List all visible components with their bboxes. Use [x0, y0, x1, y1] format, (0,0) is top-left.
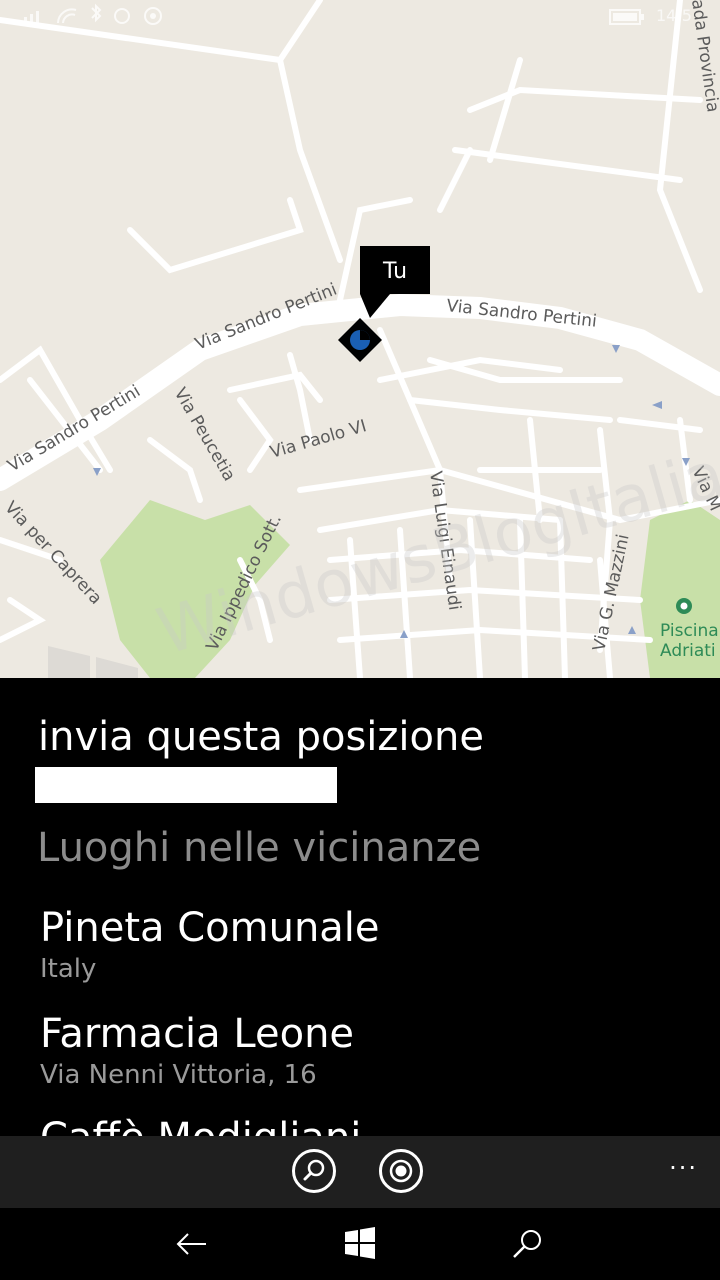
status-time: 14:5	[656, 6, 692, 25]
street-label: Via Peucetia	[170, 385, 239, 485]
search-button[interactable]	[292, 1149, 336, 1193]
place-address: Via Nenni Vittoria, 16	[40, 1060, 317, 1090]
bluetooth-icon	[91, 3, 102, 23]
nearby-place-item[interactable]: Pineta Comunale Italy	[40, 904, 380, 986]
street-label: Via Sandro Pertini	[4, 381, 144, 476]
windows-start-icon[interactable]	[340, 1224, 380, 1264]
wifi-icon	[57, 8, 77, 24]
status-bar: 14:5	[0, 0, 720, 34]
street-label: Via Sandro Pertini	[445, 296, 597, 332]
search-icon	[303, 1159, 325, 1181]
street-label: Via G. Mazzini	[589, 533, 633, 653]
my-location-button[interactable]	[379, 1149, 423, 1193]
poi-label: Adriati	[660, 641, 716, 661]
app-bar: ···	[0, 1136, 720, 1208]
poi-icon-dot	[680, 602, 688, 610]
my-location-icon	[389, 1159, 413, 1183]
back-icon[interactable]	[172, 1224, 212, 1264]
navigation-bar	[0, 1208, 720, 1280]
marker-label: Tu	[360, 246, 430, 294]
search-icon[interactable]	[508, 1224, 548, 1264]
status-icons	[18, 3, 644, 25]
more-options-button[interactable]: ···	[669, 1154, 698, 1182]
street-label: Via per Caprera	[0, 498, 105, 609]
nearby-places-header: Luoghi nelle vicinanze	[37, 825, 482, 871]
street-label: Via Paolo VI	[268, 416, 369, 463]
place-address: Italy	[40, 954, 97, 984]
place-name: Caffè Modigliani	[40, 1114, 361, 1136]
place-name: Pineta Comunale	[40, 905, 380, 951]
place-name: Farmacia Leone	[40, 1011, 355, 1057]
nearby-place-item[interactable]: Caffè Modigliani	[40, 1114, 361, 1136]
send-location-button[interactable]: invia questa posizione	[38, 714, 484, 760]
nearby-place-item[interactable]: Farmacia Leone Via Nenni Vittoria, 16	[40, 1010, 354, 1092]
location-panel: invia questa posizione Luoghi nelle vici…	[0, 678, 720, 1136]
signal-icon	[18, 20, 21, 25]
location-name-field[interactable]	[35, 767, 337, 803]
poi-label: Piscina	[660, 621, 719, 641]
screen: Via Sandro Pertini Via Sandro Pertini Vi…	[0, 0, 720, 1280]
gear-icon	[114, 8, 130, 24]
